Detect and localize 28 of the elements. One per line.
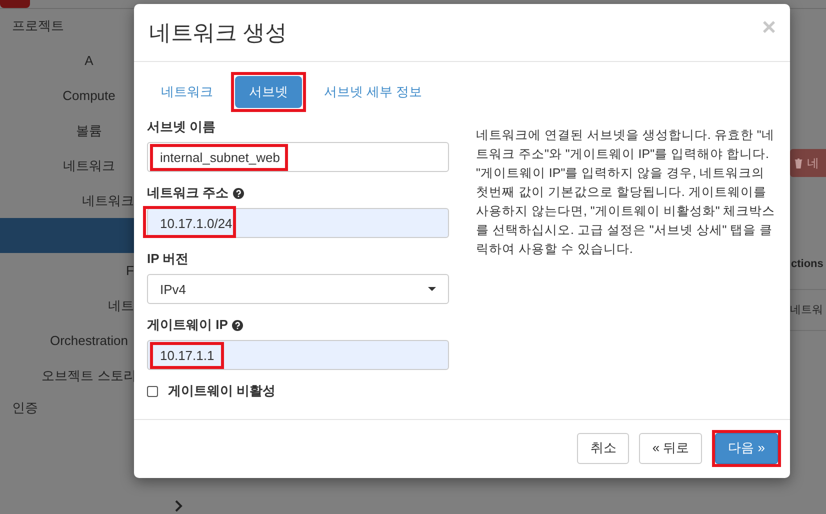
tab[interactable]: 서브넷 — [235, 76, 302, 108]
delete-button[interactable]: 네 — [790, 149, 826, 177]
sidebar-item[interactable]: Compute — [0, 78, 134, 113]
sidebar-item[interactable]: 오브젝트 스토리 — [0, 358, 134, 393]
input-field[interactable]: 10.17.1.0/24 — [147, 208, 449, 238]
dialog-button[interactable]: 취소 — [577, 432, 630, 464]
field-label: 게이트웨이 IP — [147, 316, 228, 334]
select-field[interactable]: IPv4 — [147, 274, 449, 304]
sidebar-item[interactable]: 네트워크 — [0, 183, 134, 218]
description-text: 네트워크에 연결된 서브넷을 생성합니다. 유효한 "네트워크 주소"와 "게이트웨이 IP"를 입력해야 합니다. "게이트웨이 IP"를 입력하지 않을 경우, 네트워크의 첫번째 값이 기본값으로 할당됩니다. 게이트웨이를 사용하지 않는다면, "게이트웨이 비활성화" 체크박스를 선택하십시오. 고급 설정은 "서브넷 상세" 탭을 클릭하여 사용할 수 있습니다. — [476, 127, 776, 258]
next-button[interactable]: 다음 » — [715, 432, 778, 464]
sidebar-section[interactable]: 인증 — [0, 393, 134, 427]
dialog-title: 네트워크 생성 — [149, 18, 288, 46]
sidebar-item[interactable]: A — [0, 43, 134, 78]
sidebar-item[interactable]: 볼륨 — [0, 113, 134, 148]
dialog-button[interactable]: « 뒤로 — [639, 432, 702, 464]
sidebar-item[interactable]: F — [0, 253, 134, 288]
checkbox-label: 게이트웨이 비활성 — [168, 382, 276, 400]
tab[interactable]: 서브넷 세부 정보 — [310, 76, 436, 108]
field-label: 네트워크 주소 — [147, 184, 229, 202]
sidebar-item[interactable]: Orchestration — [0, 323, 134, 358]
sidebar-item[interactable]: 네트 — [0, 288, 134, 323]
sidebar-section[interactable]: 프로젝트 — [0, 9, 134, 43]
field-label: IP 버전 — [147, 250, 189, 268]
field-label: 서브넷 이름 — [147, 118, 216, 136]
tab[interactable]: 네트워크 — [147, 76, 227, 108]
input-field[interactable]: 10.17.1.1 — [147, 340, 449, 370]
sidebar-item[interactable]: 네트워크 — [0, 148, 134, 183]
